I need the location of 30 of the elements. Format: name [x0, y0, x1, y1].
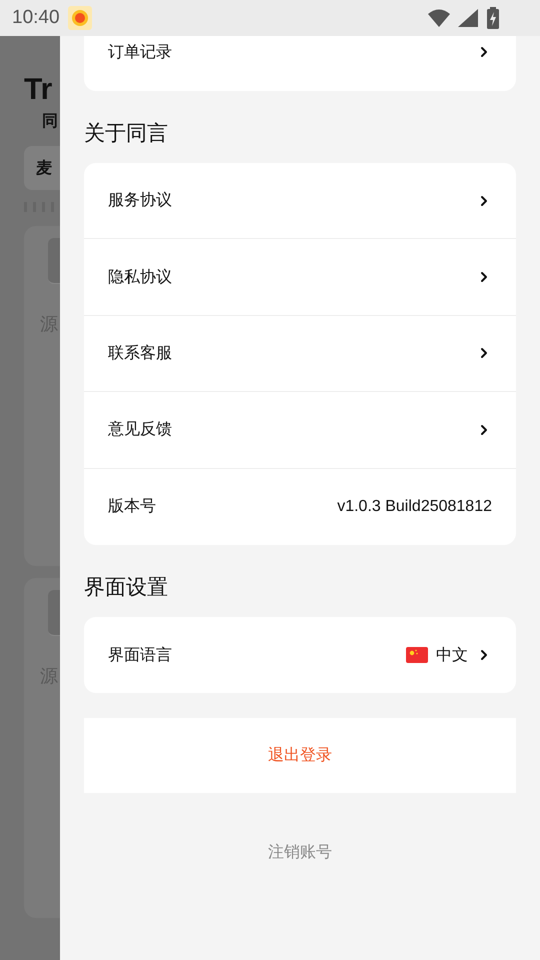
settings-row[interactable]: 订单记录: [84, 36, 516, 68]
card-header: [48, 590, 60, 636]
row-label: 联系客服: [108, 342, 173, 364]
settings-row[interactable]: 意见反馈: [84, 392, 516, 469]
language-value: 中文: [436, 646, 468, 666]
battery-icon: [486, 7, 500, 29]
sun-icon: [68, 6, 92, 30]
card-header: [48, 238, 60, 284]
app-subtitle: 同: [42, 110, 59, 132]
settings-row[interactable]: 版本号 v1.0.3 Build25081812: [84, 468, 516, 545]
row-label: 意见反馈: [108, 419, 173, 440]
settings-row[interactable]: 服务协议: [84, 163, 516, 240]
settings-row[interactable]: 隐私协议: [84, 239, 516, 316]
row-label: 界面语言: [108, 644, 173, 666]
wifi-icon: [428, 9, 450, 27]
settings-row[interactable]: 联系客服: [84, 316, 516, 392]
app-title: Tr: [24, 72, 54, 108]
flag-icon: [406, 647, 428, 664]
signal-icon: [458, 9, 478, 27]
status-time: 10:40: [12, 7, 60, 29]
row-label: 服务协议: [108, 190, 173, 212]
logout-button[interactable]: 退出登录: [84, 718, 516, 794]
row-label: 版本号: [108, 496, 157, 518]
version-number: v1.0.3 Build25081812: [337, 498, 492, 516]
mode-tab[interactable]: 麦: [24, 146, 60, 190]
row-label: 隐私协议: [108, 266, 173, 288]
row-label: 订单记录: [108, 42, 173, 62]
settings-row[interactable]: 界面语言 中文: [84, 616, 516, 694]
section-title: 关于同言: [84, 120, 169, 147]
section-title: 界面设置: [84, 574, 169, 601]
